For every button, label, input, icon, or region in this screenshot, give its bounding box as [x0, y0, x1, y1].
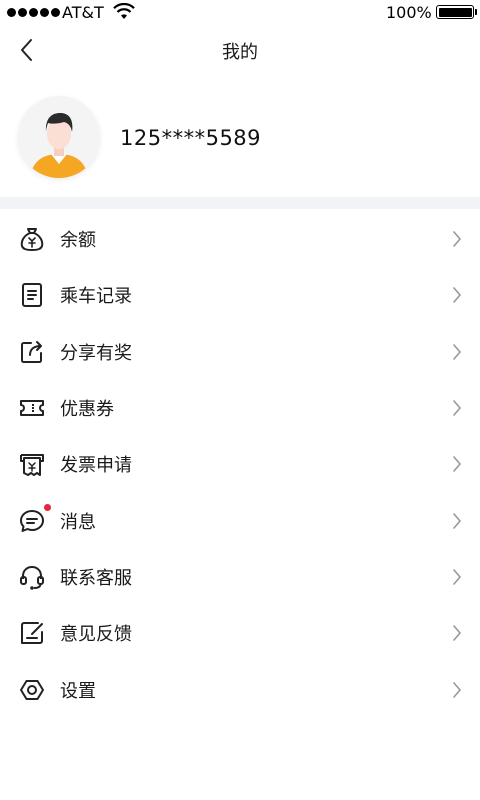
menu-item-balance[interactable]: 余额 [0, 211, 480, 267]
menu-item-label: 优惠券 [60, 399, 114, 421]
chevron-right-icon [453, 512, 462, 529]
chevron-right-icon [453, 231, 462, 247]
menu-item-messages[interactable]: 消息 [0, 492, 480, 548]
signal-strength-icon [7, 8, 60, 17]
menu-item-customer-service[interactable]: 联系客服 [0, 549, 480, 605]
chevron-right-icon [453, 287, 462, 304]
document-icon [22, 283, 42, 308]
share-icon [21, 340, 42, 363]
page-title: 我的 [222, 42, 258, 63]
chevron-right-icon [453, 569, 462, 585]
ticket-icon [20, 400, 44, 417]
menu-item-invoice[interactable]: 发票申请 [0, 436, 480, 492]
battery-percentage: 100% [386, 3, 432, 22]
message-icon [20, 509, 44, 532]
menu-item-label: 乘车记录 [60, 286, 132, 308]
unread-badge [44, 504, 51, 512]
menu-item-label: 发票申请 [60, 455, 132, 477]
chevron-right-icon [453, 625, 462, 642]
menu-item-label: 余额 [60, 230, 96, 252]
profile-header[interactable]: 125****5589 [0, 90, 480, 190]
user-phone-number: 125****5589 [120, 126, 262, 150]
avatar[interactable] [18, 96, 100, 178]
headset-icon [20, 565, 44, 590]
status-bar: AT&T 100% [0, 0, 480, 26]
settings-icon [20, 679, 44, 700]
menu-item-coupons[interactable]: 优惠券 [0, 380, 480, 436]
chevron-right-icon [453, 400, 462, 416]
navigation-bar: 我的 [0, 26, 480, 74]
menu-item-share-rewards[interactable]: 分享有奖 [0, 324, 480, 380]
user-avatar-icon [18, 96, 100, 178]
menu-item-settings[interactable]: 设置 [0, 661, 480, 717]
wifi-icon [113, 3, 135, 19]
carrier-name: AT&T [62, 3, 104, 22]
menu-item-ride-history[interactable]: 乘车记录 [0, 267, 480, 323]
menu-item-label: 意见反馈 [60, 624, 132, 646]
chevron-right-icon [453, 681, 462, 698]
chevron-right-icon [453, 456, 462, 473]
money-bag-icon [20, 228, 44, 252]
menu-list: 余额 乘车记录 分享有奖 优惠券 发票申请 消息 联系客服 意见反馈 设置 [0, 211, 480, 718]
chevron-right-icon [453, 343, 462, 360]
section-divider [0, 197, 480, 209]
battery-icon [436, 5, 477, 19]
menu-item-label: 设置 [60, 680, 96, 702]
menu-item-label: 分享有奖 [60, 342, 132, 364]
feedback-icon [21, 622, 43, 645]
menu-item-label: 消息 [60, 511, 96, 533]
menu-item-label: 联系客服 [60, 567, 132, 589]
invoice-icon [20, 454, 44, 477]
menu-item-feedback[interactable]: 意见反馈 [0, 605, 480, 661]
